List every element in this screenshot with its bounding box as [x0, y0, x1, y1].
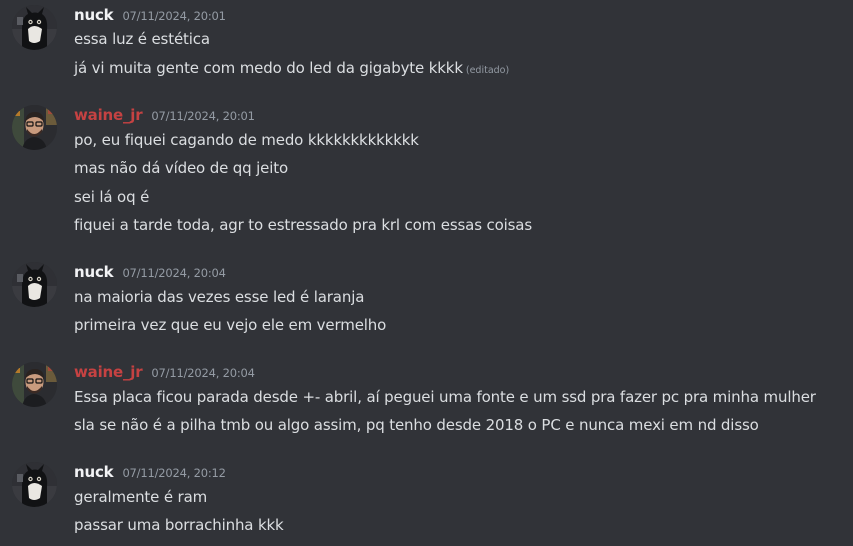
message-text: passar uma borrachinha kkk	[74, 516, 284, 534]
cat-avatar-icon[interactable]	[12, 5, 57, 50]
person-glasses-avatar-icon[interactable]	[12, 105, 57, 150]
username[interactable]: nuck	[74, 6, 114, 24]
message-header: waine_jr 07/11/2024, 20:01	[74, 106, 255, 124]
message-text: na maioria das vezes esse led é laranja	[74, 288, 365, 306]
username[interactable]: waine_jr	[74, 363, 143, 381]
username[interactable]: nuck	[74, 463, 114, 481]
message-group: nuck 07/11/2024, 20:12 geralmente é ram …	[0, 457, 853, 546]
message-header: nuck 07/11/2024, 20:01	[74, 6, 226, 24]
message-text: primeira vez que eu vejo ele em vermelho	[74, 316, 387, 334]
message-text: sla se não é a pilha tmb ou algo assim, …	[74, 416, 759, 434]
message-text: Essa placa ficou parada desde +- abril, …	[74, 388, 816, 406]
timestamp[interactable]: 07/11/2024, 20:01	[151, 109, 255, 123]
cat-avatar-icon[interactable]	[12, 462, 57, 507]
timestamp[interactable]: 07/11/2024, 20:04	[122, 266, 226, 280]
person-glasses-avatar-icon[interactable]	[12, 362, 57, 407]
message-group: nuck 07/11/2024, 20:01 essa luz é estéti…	[0, 0, 853, 95]
message-text: já vi muita gente com medo do led da gig…	[74, 59, 463, 77]
edited-label: (editado)	[465, 65, 510, 76]
message-text: fiquei a tarde toda, agr to estressado p…	[74, 216, 532, 234]
message-text: essa luz é estética	[74, 30, 210, 48]
message-group: waine_jr 07/11/2024, 20:04 Essa placa fi…	[0, 357, 853, 452]
message-text-row: já vi muita gente com medo do led da gig…	[74, 59, 509, 77]
timestamp[interactable]: 07/11/2024, 20:01	[122, 9, 226, 23]
cat-avatar-icon[interactable]	[12, 262, 57, 307]
message-header: nuck 07/11/2024, 20:12	[74, 463, 226, 481]
timestamp[interactable]: 07/11/2024, 20:12	[122, 466, 226, 480]
message-group: nuck 07/11/2024, 20:04 na maioria das ve…	[0, 257, 853, 352]
message-group: waine_jr 07/11/2024, 20:01 po, eu fiquei…	[0, 100, 853, 250]
username[interactable]: nuck	[74, 263, 114, 281]
timestamp[interactable]: 07/11/2024, 20:04	[151, 366, 255, 380]
message-header: waine_jr 07/11/2024, 20:04	[74, 363, 255, 381]
message-text: geralmente é ram	[74, 488, 208, 506]
message-text: sei lá oq é	[74, 188, 150, 206]
message-text: mas não dá vídeo de qq jeito	[74, 159, 289, 177]
username[interactable]: waine_jr	[74, 106, 143, 124]
message-text: po, eu fiquei cagando de medo kkkkkkkkkk…	[74, 131, 419, 149]
message-header: nuck 07/11/2024, 20:04	[74, 263, 226, 281]
